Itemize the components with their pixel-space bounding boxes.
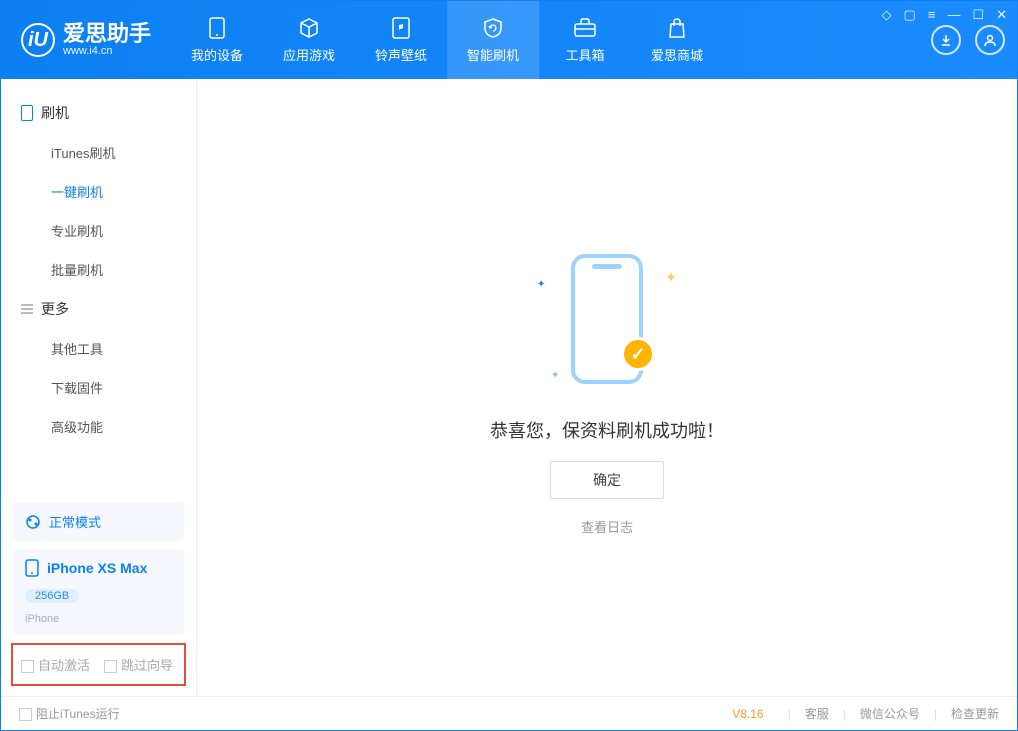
user-button[interactable]: [975, 25, 1005, 55]
phone-icon: [25, 559, 39, 577]
status-bar: 阻止iTunes运行 V8.16 | 客服 | 微信公众号 | 检查更新: [1, 696, 1017, 730]
tab-store[interactable]: 爱思商城: [631, 1, 723, 79]
sparkle-icon: ✦: [537, 279, 545, 290]
wechat-link[interactable]: 微信公众号: [860, 705, 920, 722]
device-type: iPhone: [25, 613, 59, 625]
tab-label: 我的设备: [191, 45, 243, 64]
sidebar-bottom: 正常模式 iPhone XS Max 256GB iPhone 自动激活 跳过向…: [1, 494, 196, 696]
mode-label: 正常模式: [49, 512, 101, 531]
sidebar-item-other-tools[interactable]: 其他工具: [1, 329, 196, 368]
check-update-link[interactable]: 检查更新: [951, 705, 999, 722]
list-icon: [21, 304, 33, 314]
group-label: 刷机: [41, 103, 69, 123]
mode-card[interactable]: 正常模式: [13, 502, 184, 541]
minimize-button[interactable]: —: [947, 7, 960, 23]
success-message: 恭喜您，保资料刷机成功啦！: [490, 417, 724, 443]
close-button[interactable]: ✕: [996, 7, 1007, 23]
device-name: iPhone XS Max: [47, 560, 147, 576]
sidebar-group-flash: 刷机: [1, 93, 196, 133]
sidebar-item-pro-flash[interactable]: 专业刷机: [1, 211, 196, 250]
checkbox-label: 跳过向导: [121, 658, 173, 673]
checkbox-label: 阻止iTunes运行: [36, 707, 120, 721]
device-small-icon: [21, 105, 33, 121]
sidebar-item-oneclick-flash[interactable]: 一键刷机: [1, 172, 196, 211]
cube-icon: [296, 17, 322, 39]
maximize-button[interactable]: ☐: [972, 7, 984, 23]
app-body: 刷机 iTunes刷机 一键刷机 专业刷机 批量刷机 更多 其他工具 下载固件 …: [1, 79, 1017, 696]
window-controls: ◇ ▢ ≡ — ☐ ✕: [882, 7, 1007, 23]
tab-smart-flash[interactable]: 智能刷机: [447, 1, 539, 79]
version-label: V8.16: [732, 707, 763, 721]
sidebar-item-itunes-flash[interactable]: iTunes刷机: [1, 133, 196, 172]
tab-label: 工具箱: [566, 45, 605, 64]
check-badge-icon: ✓: [621, 337, 655, 371]
ok-button[interactable]: 确定: [550, 461, 664, 499]
sidebar-item-batch-flash[interactable]: 批量刷机: [1, 250, 196, 289]
block-itunes-checkbox[interactable]: 阻止iTunes运行: [19, 705, 120, 722]
tab-label: 应用游戏: [283, 45, 335, 64]
skip-guide-checkbox[interactable]: 跳过向导: [104, 655, 173, 674]
sidebar-item-advanced[interactable]: 高级功能: [1, 407, 196, 446]
tab-label: 智能刷机: [467, 45, 519, 64]
app-name: 爱思助手: [63, 23, 151, 45]
tab-my-device[interactable]: 我的设备: [171, 1, 263, 79]
tab-apps-games[interactable]: 应用游戏: [263, 1, 355, 79]
download-button[interactable]: [931, 25, 961, 55]
bag-icon: [664, 17, 690, 39]
sparkle-icon: ✦: [665, 269, 677, 286]
logo: iU 爱思助手 www.i4.cn: [21, 23, 151, 57]
success-illustration: ✦ ✦ ✦ ✓: [527, 239, 687, 399]
tab-ring-wall[interactable]: 铃声壁纸: [355, 1, 447, 79]
storage-badge: 256GB: [25, 589, 79, 603]
view-log-link[interactable]: 查看日志: [581, 517, 633, 536]
sidebar: 刷机 iTunes刷机 一键刷机 专业刷机 批量刷机 更多 其他工具 下载固件 …: [1, 79, 197, 696]
device-card[interactable]: iPhone XS Max 256GB iPhone: [13, 549, 184, 635]
header-actions: [931, 25, 1005, 55]
tab-label: 爱思商城: [651, 45, 703, 64]
support-link[interactable]: 客服: [805, 705, 829, 722]
menu-icon[interactable]: ≡: [928, 7, 936, 23]
tab-label: 铃声壁纸: [375, 45, 427, 64]
group-label: 更多: [41, 299, 69, 319]
tab-toolbox[interactable]: 工具箱: [539, 1, 631, 79]
mode-icon: [25, 514, 41, 530]
checkbox-label: 自动激活: [38, 658, 90, 673]
main-content: ✦ ✦ ✦ ✓ 恭喜您，保资料刷机成功啦！ 确定 查看日志: [197, 79, 1017, 696]
app-url: www.i4.cn: [63, 45, 151, 57]
logo-icon: iU: [21, 23, 55, 57]
app-header: iU 爱思助手 www.i4.cn 我的设备 应用游戏 铃声壁纸 智能刷机 工具…: [1, 1, 1017, 79]
nav-tabs: 我的设备 应用游戏 铃声壁纸 智能刷机 工具箱 爱思商城: [171, 1, 723, 79]
sidebar-group-more: 更多: [1, 289, 196, 329]
refresh-shield-icon: [480, 17, 506, 39]
options-row: 自动激活 跳过向导: [11, 643, 186, 686]
music-file-icon: [388, 17, 414, 39]
sidebar-item-download-fw[interactable]: 下载固件: [1, 368, 196, 407]
toolbox-icon: [572, 17, 598, 39]
auto-activate-checkbox[interactable]: 自动激活: [21, 655, 90, 674]
sparkle-icon: ✦: [551, 370, 559, 381]
shirt-icon[interactable]: ◇: [882, 7, 892, 23]
lock-icon[interactable]: ▢: [904, 7, 916, 23]
device-icon: [204, 17, 230, 39]
